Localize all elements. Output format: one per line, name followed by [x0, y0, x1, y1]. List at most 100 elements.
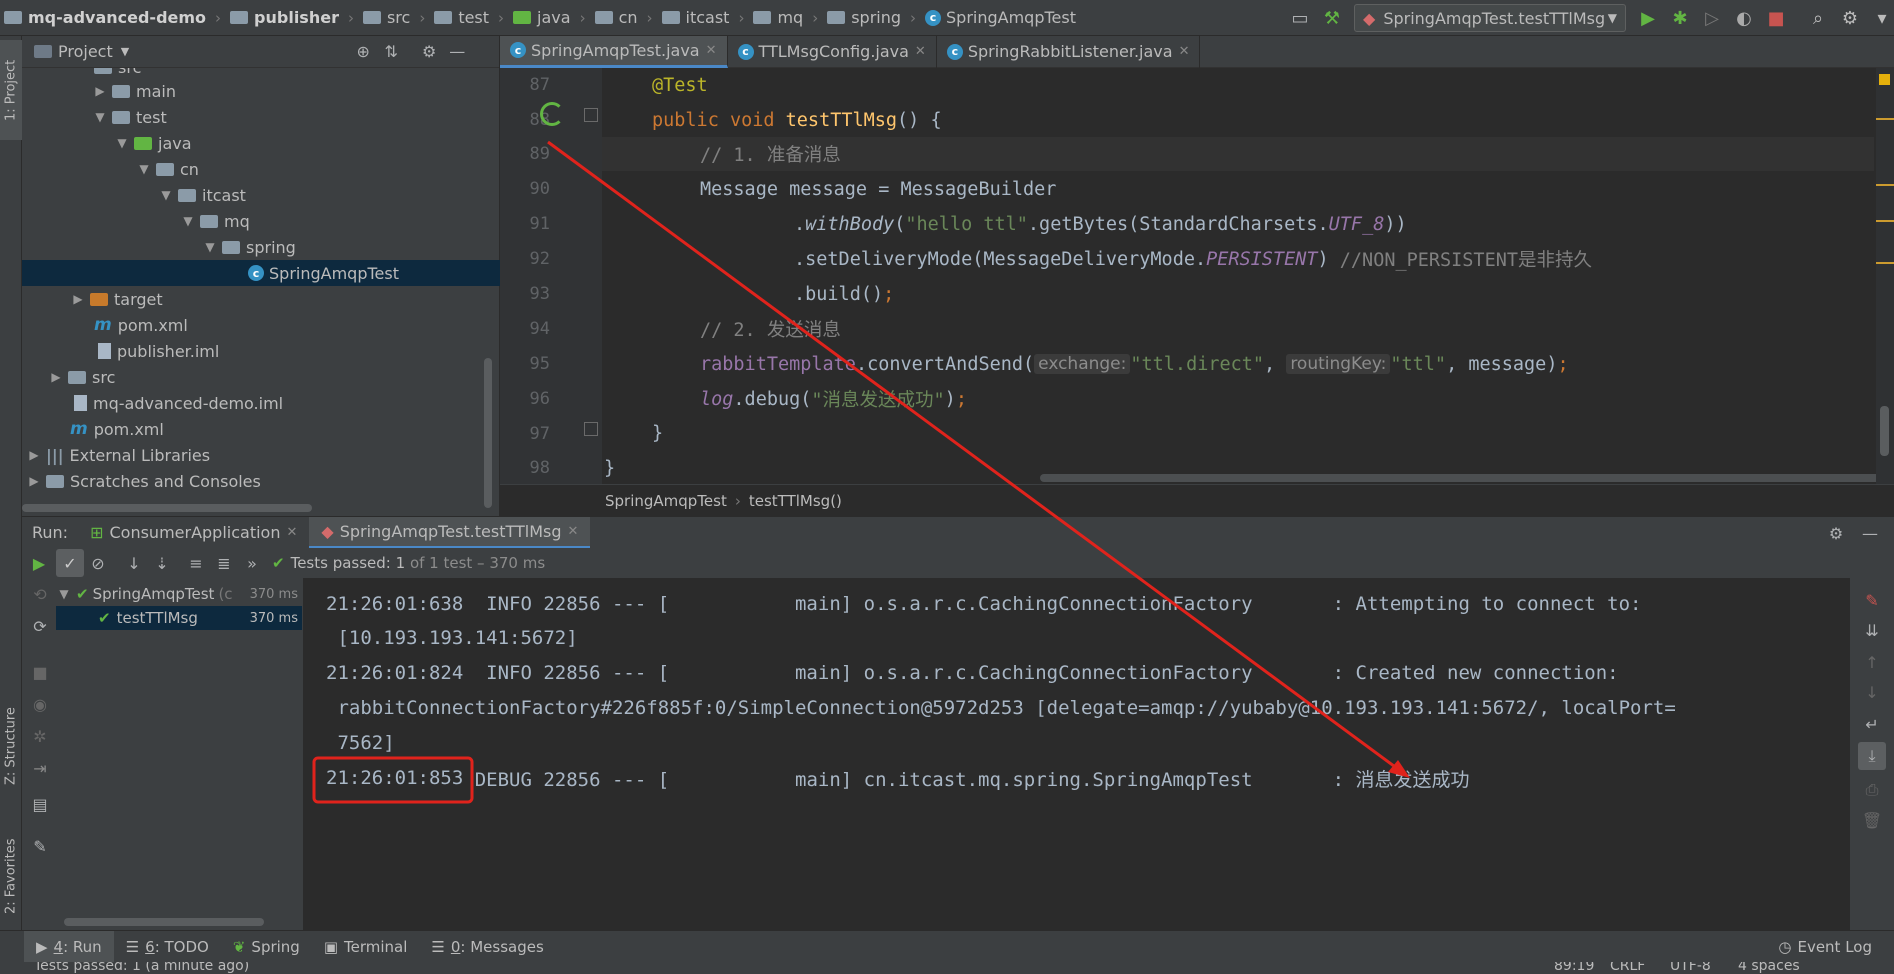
- close-icon[interactable]: ✕: [915, 44, 926, 59]
- file-encoding[interactable]: UTF-8: [1670, 962, 1711, 974]
- editor-vertical-scrollbar[interactable]: [1880, 406, 1889, 456]
- debug-bug-icon[interactable]: ✱: [1664, 2, 1696, 34]
- tree-item-spring[interactable]: ▼ spring: [22, 234, 500, 260]
- close-icon[interactable]: ✕: [286, 525, 297, 540]
- clear-icon[interactable]: ✎: [1858, 586, 1886, 614]
- vertical-scrollbar[interactable]: [484, 358, 492, 508]
- breadcrumb-spring[interactable]: spring: [823, 0, 905, 36]
- run-tab-consumerapplication[interactable]: ⊞ ConsumerApplication ✕: [78, 517, 309, 549]
- soft-wrap-icon[interactable]: ↵: [1858, 710, 1886, 738]
- chevron-right-icon[interactable]: ▶: [26, 448, 42, 462]
- stop-icon[interactable]: ■: [26, 658, 54, 686]
- breadcrumb-project[interactable]: mq-advanced-demo: [0, 0, 210, 36]
- chevron-down-icon[interactable]: ▼: [114, 136, 130, 150]
- coverage-icon[interactable]: ◐: [1728, 2, 1760, 34]
- show-passed-icon[interactable]: ✓: [56, 549, 84, 577]
- search-icon[interactable]: ⌕: [1802, 2, 1834, 34]
- tree-item-root-iml[interactable]: mq-advanced-demo.iml: [22, 390, 500, 416]
- tool-tab-messages[interactable]: ☰ 0: Messages: [419, 931, 555, 963]
- tree-item-mq[interactable]: ▼ mq: [22, 208, 500, 234]
- close-icon[interactable]: ✕: [1179, 44, 1190, 59]
- warning-marker[interactable]: [1876, 184, 1894, 186]
- collapse-all-icon[interactable]: ⇅: [377, 38, 405, 66]
- locate-icon[interactable]: ⊕: [349, 38, 377, 66]
- structure-tool-tab[interactable]: Z: Structure: [0, 696, 22, 796]
- chevron-right-icon[interactable]: ▶: [70, 292, 86, 306]
- build-hammer-icon[interactable]: ⚒: [1316, 2, 1348, 34]
- chevron-right-icon[interactable]: ▶: [92, 84, 108, 98]
- tree-item-springamqptest[interactable]: c SpringAmqpTest: [22, 260, 500, 286]
- tool-tab-terminal[interactable]: ▣ Terminal: [312, 931, 420, 963]
- tree-item-scratches[interactable]: ▶ Scratches and Consoles: [22, 468, 500, 494]
- horizontal-scrollbar[interactable]: [22, 504, 312, 512]
- editor-horizontal-scrollbar[interactable]: [1040, 474, 1894, 482]
- profile-icon[interactable]: ▷: [1696, 2, 1728, 34]
- breadcrumb-src[interactable]: src: [359, 0, 414, 36]
- minimize-icon[interactable]: —: [1856, 519, 1884, 547]
- tree-item-src-root[interactable]: ▶ src: [22, 364, 500, 390]
- run-configuration-select[interactable]: ◆ SpringAmqpTest.testTTlMsg ▼: [1354, 4, 1626, 32]
- import-icon[interactable]: ⇥: [26, 754, 54, 782]
- line-separator[interactable]: CRLF: [1610, 962, 1645, 974]
- warning-marker[interactable]: [1876, 118, 1894, 120]
- warning-marker[interactable]: [1876, 262, 1894, 264]
- tree-item-test[interactable]: ▼ test: [22, 104, 500, 130]
- scroll-down-icon[interactable]: ⇊: [1858, 616, 1886, 644]
- breadcrumb-itcast[interactable]: itcast: [658, 0, 734, 36]
- tree-item-itcast[interactable]: ▼ itcast: [22, 182, 500, 208]
- chevron-down-icon[interactable]: ▼: [158, 188, 174, 202]
- chevron-down-icon[interactable]: ▼: [121, 45, 129, 58]
- print-icon[interactable]: ⎙: [1858, 776, 1886, 804]
- settings-icon[interactable]: ✲: [26, 722, 54, 750]
- toggle-auto-test-icon[interactable]: ⟳: [26, 612, 54, 640]
- tool-tab-event-log[interactable]: ◷ Event Log: [1766, 931, 1884, 963]
- tool-tab-spring[interactable]: ❦ Spring: [221, 931, 312, 963]
- show-ignored-icon[interactable]: ⊘: [84, 549, 112, 577]
- tab-springamqptest[interactable]: c SpringAmqpTest.java ✕: [500, 35, 728, 68]
- tool-tab-todo[interactable]: ☰ 6: TODO: [114, 931, 221, 963]
- fold-icon[interactable]: [584, 108, 598, 122]
- code-editor[interactable]: 87 88 89 90 91 92 93 94 95 96 97 98 @Tes…: [500, 68, 1894, 484]
- indent-setting[interactable]: 4 spaces: [1738, 962, 1800, 974]
- window-icon[interactable]: ▭: [1284, 2, 1316, 34]
- status-message[interactable]: Tests passed: 1 (a minute ago): [34, 962, 249, 974]
- breadcrumb-class[interactable]: SpringAmqpTest: [605, 492, 727, 510]
- run-test-gutter-icon[interactable]: [540, 102, 564, 126]
- tree-horizontal-scrollbar[interactable]: [64, 918, 264, 926]
- fold-icon[interactable]: [584, 422, 598, 436]
- chevron-down-icon[interactable]: ▼: [92, 110, 108, 124]
- gear-icon[interactable]: ⚙: [1822, 519, 1850, 547]
- collapse-all-icon[interactable]: ≣: [210, 549, 238, 577]
- warning-marker[interactable]: [1879, 74, 1890, 85]
- tab-ttlmsgconfig[interactable]: c TTLMsgConfig.java ✕: [728, 35, 937, 68]
- tree-item-publisher-iml[interactable]: publisher.iml: [22, 338, 500, 364]
- chevron-right-icon[interactable]: ▶: [48, 370, 64, 384]
- sort-alpha-icon[interactable]: ↓: [120, 549, 148, 577]
- breadcrumb-module[interactable]: publisher: [226, 0, 343, 36]
- stop-icon[interactable]: ■: [1760, 2, 1792, 34]
- chevron-right-icon[interactable]: ▶: [26, 474, 42, 488]
- test-suite-row[interactable]: ▼ ✔ SpringAmqpTest (c 370 ms: [56, 582, 302, 606]
- run-tab-springamqptest[interactable]: ◆ SpringAmqpTest.testTTlMsg ✕: [309, 516, 591, 549]
- chevron-down-icon[interactable]: ▼: [136, 162, 152, 176]
- camera-icon[interactable]: ◉: [26, 690, 54, 718]
- more-icon[interactable]: »: [238, 549, 266, 577]
- pin-icon[interactable]: ✎: [26, 832, 54, 860]
- up-arrow-icon[interactable]: ↑: [1858, 648, 1886, 676]
- tool-tab-run[interactable]: ▶ 4: Run: [24, 930, 114, 963]
- console-output[interactable]: 21:26:01:638 INFO 22856 --- [ main] o.s.…: [304, 578, 1850, 930]
- settings-icon[interactable]: ⚙: [1834, 2, 1866, 34]
- chevron-down-icon[interactable]: ▼: [180, 214, 196, 228]
- layout-icon[interactable]: ▤: [26, 790, 54, 818]
- tree-item-target[interactable]: ▶ target: [22, 286, 500, 312]
- scroll-to-end-icon[interactable]: ⤓: [1858, 742, 1886, 770]
- caret-position[interactable]: 89:19: [1554, 962, 1594, 974]
- breadcrumb-cn[interactable]: cn: [591, 0, 642, 36]
- close-icon[interactable]: ✕: [706, 43, 717, 58]
- chevron-down-icon[interactable]: ▼: [56, 587, 72, 601]
- dropdown-icon[interactable]: ▾: [1866, 2, 1894, 34]
- gear-icon[interactable]: ⚙: [415, 38, 443, 66]
- warning-marker[interactable]: [1876, 220, 1894, 222]
- project-panel-title[interactable]: Project: [58, 42, 113, 61]
- tree-item-java[interactable]: ▼ java: [22, 130, 500, 156]
